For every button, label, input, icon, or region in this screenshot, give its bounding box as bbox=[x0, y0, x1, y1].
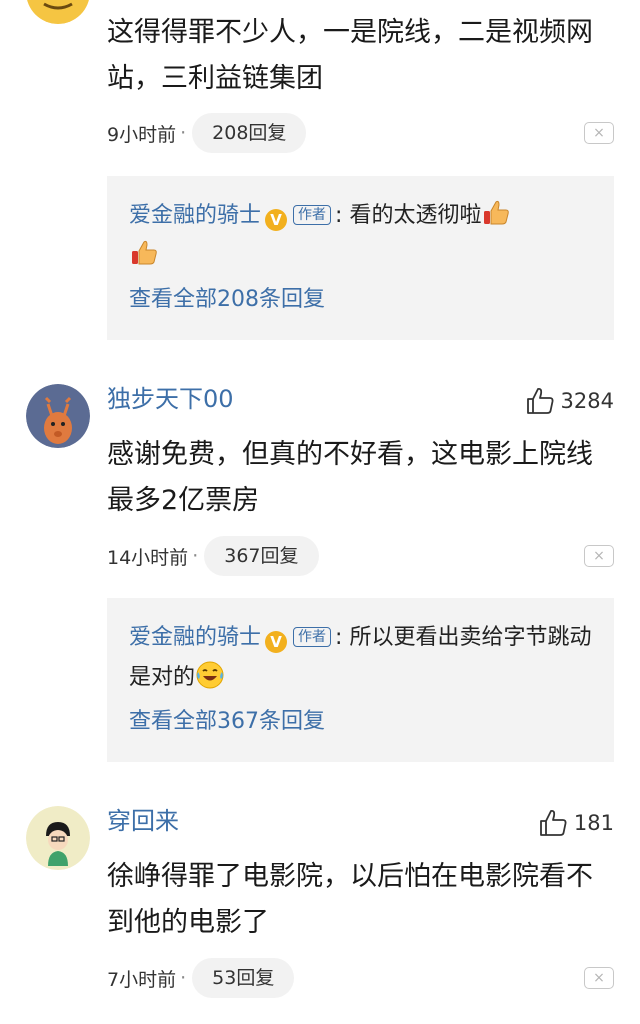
thumbs-up-emoji-icon bbox=[481, 198, 511, 228]
comment-text: 感谢免费，但真的不好看，这电影上院线最多2亿票房 bbox=[107, 439, 593, 516]
comment-text: 徐峥得罪了电影院，以后怕在电影院看不到他的电影了 bbox=[107, 861, 593, 938]
close-icon[interactable]: × bbox=[584, 122, 614, 144]
comment-meta: 7小时前 · 53回复 × bbox=[107, 958, 614, 998]
view-all-replies-link[interactable]: 查看全部208条回复 bbox=[129, 280, 592, 320]
view-all-replies-link[interactable]: 查看全部367条回复 bbox=[129, 702, 592, 742]
username[interactable]: 穿回来 bbox=[107, 806, 179, 836]
comment-meta: 9小时前 · 208回复 × bbox=[107, 113, 614, 153]
author-tag: 作者 bbox=[293, 627, 332, 647]
comment-time: 14小时前 bbox=[107, 546, 189, 569]
reply-author[interactable]: 爱金融的骑士 bbox=[129, 203, 261, 228]
comment-text: 这得得罪不少人，一是院线，二是视频网站，三利益链集团 bbox=[107, 17, 593, 94]
reply-count-button[interactable]: 367回复 bbox=[204, 536, 319, 576]
reply-count-button[interactable]: 53回复 bbox=[192, 958, 295, 998]
laughing-tears-emoji-icon bbox=[195, 660, 225, 690]
comment-time: 7小时前 bbox=[107, 968, 177, 991]
comment-feed: 这得得罪不少人，一是院线，二是视频网站，三利益链集团 9小时前 · 208回复 … bbox=[0, 0, 640, 1024]
like-count: 181 bbox=[573, 811, 614, 835]
reply-separator: : bbox=[335, 203, 343, 228]
verified-badge-icon: V bbox=[265, 631, 288, 653]
comment-time: 9小时前 bbox=[107, 123, 177, 146]
verified-badge-icon: V bbox=[265, 209, 288, 231]
like-button[interactable]: 3284 bbox=[525, 386, 614, 416]
user-avatar[interactable] bbox=[26, 0, 90, 24]
meta-separator: · bbox=[180, 967, 187, 989]
like-count: 3284 bbox=[560, 389, 614, 413]
username[interactable]: 独步天下00 bbox=[107, 384, 234, 414]
comment-meta: 14小时前 · 367回复 × bbox=[107, 536, 614, 576]
meta-separator: · bbox=[180, 122, 187, 144]
author-tag: 作者 bbox=[293, 205, 332, 225]
thumbs-up-icon bbox=[526, 387, 554, 414]
thumbs-up-icon bbox=[540, 809, 567, 836]
reply-preview[interactable]: 爱金融的骑士 V 作者: 所以更看出卖给字节跳动是对的 查看全部367条回复 bbox=[107, 598, 614, 762]
reply-count-button[interactable]: 208回复 bbox=[192, 113, 307, 153]
user-avatar[interactable] bbox=[26, 384, 90, 448]
reply-text: 看的太透彻啦 bbox=[349, 203, 482, 228]
thumbs-up-emoji-icon bbox=[129, 238, 159, 268]
reply-author[interactable]: 爱金融的骑士 bbox=[129, 625, 261, 650]
reply-line: 爱金融的骑士 V 作者: 所以更看出卖给字节跳动是对的 bbox=[129, 618, 592, 698]
reply-line: 爱金融的骑士 V 作者: 看的太透彻啦 bbox=[129, 196, 592, 276]
close-icon[interactable]: × bbox=[584, 967, 614, 989]
like-button[interactable]: 181 bbox=[538, 808, 614, 838]
reply-preview[interactable]: 爱金融的骑士 V 作者: 看的太透彻啦 查看全部208条回复 bbox=[107, 176, 614, 340]
close-icon[interactable]: × bbox=[584, 545, 614, 567]
user-avatar[interactable] bbox=[26, 806, 90, 870]
reply-separator: : bbox=[335, 625, 343, 650]
meta-separator: · bbox=[192, 545, 199, 567]
